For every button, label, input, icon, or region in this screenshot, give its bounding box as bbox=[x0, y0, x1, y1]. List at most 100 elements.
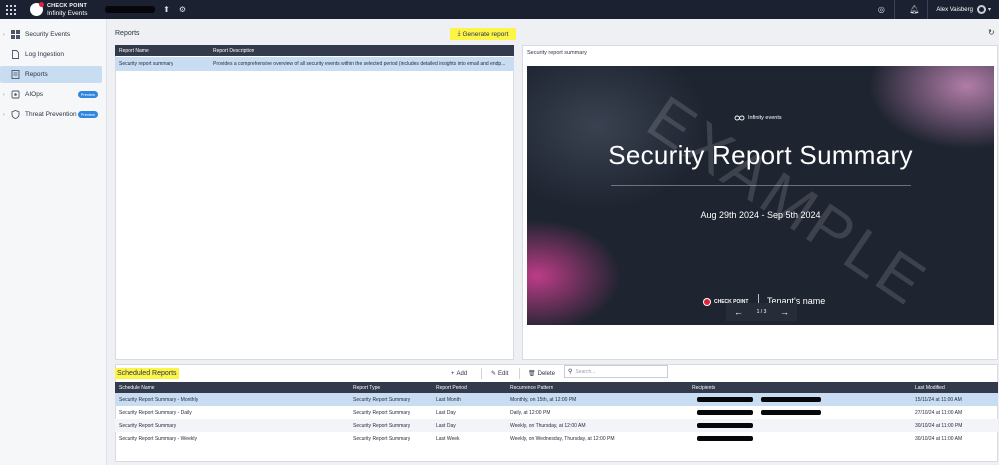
column-header[interactable]: Report Period bbox=[436, 385, 467, 391]
chevron-down-icon[interactable]: ▾ bbox=[988, 6, 991, 13]
report-period: Last Month bbox=[436, 396, 461, 403]
recurrence-pattern: Weekly, on Thursday, at 12:00 AM bbox=[510, 422, 586, 429]
last-modified: 30/10/24 at 11:00 PM bbox=[915, 422, 963, 429]
delete-button[interactable]: 🗑︎ Delete bbox=[528, 368, 555, 379]
preview-badge: Preview bbox=[77, 111, 98, 118]
preview-heading: Security Report Summary bbox=[608, 140, 913, 170]
sidebar-item-log-ingestion[interactable]: Log Ingestion bbox=[0, 46, 102, 63]
user-name[interactable]: Alex Vaisberg bbox=[936, 7, 973, 13]
recurrence-pattern: Weekly, on Wednesday, Thursday, at 12:00… bbox=[510, 435, 615, 442]
redacted-tenant-name bbox=[105, 6, 156, 13]
recurrence-pattern: Daily, at 12:00 PM bbox=[510, 409, 551, 416]
report-type: Security Report Summary bbox=[353, 422, 411, 429]
chevron-right-icon[interactable]: › bbox=[3, 32, 9, 38]
table-row[interactable]: Security Report Summary - Weekly Securit… bbox=[115, 432, 998, 445]
sidebar-item-label: AIOps bbox=[25, 91, 44, 98]
schedule-name: Security Report Summary - Weekly bbox=[119, 435, 197, 442]
redacted-recipients bbox=[761, 410, 821, 415]
grid-icon[interactable] bbox=[0, 0, 22, 19]
edit-label: Edit bbox=[498, 370, 509, 377]
sidebar-item-label: Security Events bbox=[25, 31, 71, 38]
reports-title: Reports bbox=[115, 30, 140, 37]
column-header[interactable]: Last Modified bbox=[915, 385, 945, 391]
chevron-right-icon[interactable]: › bbox=[3, 112, 9, 118]
sidebar-item-threat-prevention[interactable]: › Threat Prevention Preview bbox=[0, 106, 102, 123]
search-box[interactable]: ⚲ bbox=[564, 365, 668, 378]
redacted-recipients bbox=[697, 423, 753, 428]
schedule-name: Security Report Summary bbox=[119, 422, 177, 429]
sidebar-item-aiops[interactable]: › AIOps Preview bbox=[0, 86, 102, 103]
preview-title: Security report summary bbox=[527, 50, 587, 56]
ai-icon bbox=[11, 90, 20, 99]
column-header[interactable]: Report Name bbox=[119, 48, 149, 54]
infinity-events-logo: Infinity events bbox=[734, 115, 782, 121]
infinity-icon bbox=[734, 115, 745, 121]
add-label: Add bbox=[456, 370, 468, 377]
plus-icon: + bbox=[451, 370, 455, 377]
page-indicator: 1 / 3 bbox=[756, 309, 767, 315]
top-bar: CHECK POINT Infinity Events ⬆ ⚙ ◎ 🔔︎ Ale… bbox=[0, 0, 999, 19]
column-header[interactable]: Report Type bbox=[353, 385, 380, 391]
dashboard-icon bbox=[11, 30, 20, 39]
user-avatar-icon[interactable] bbox=[976, 5, 986, 14]
report-type: Security Report Summary bbox=[353, 435, 411, 442]
edit-button[interactable]: ✎ Edit bbox=[491, 368, 508, 379]
sidebar-item-label: Threat Prevention bbox=[25, 111, 77, 118]
search-input[interactable] bbox=[575, 368, 661, 375]
table-row[interactable]: Security report summary Provides a compr… bbox=[115, 57, 514, 71]
divider bbox=[519, 368, 520, 379]
report-type: Security Report Summary bbox=[353, 396, 411, 403]
last-modified: 30/10/24 at 11:00 AM bbox=[915, 435, 963, 442]
lifebuoy-icon[interactable]: ◎ bbox=[876, 5, 886, 14]
watermark: EXAMPLE bbox=[635, 83, 940, 320]
divider bbox=[927, 0, 929, 19]
check-point-logo bbox=[30, 2, 44, 16]
table-row[interactable]: Security Report Summary - Monthly Securi… bbox=[115, 393, 998, 406]
sidebar-item-label: Log Ingestion bbox=[25, 51, 65, 58]
generate-report-label: Generate report bbox=[462, 30, 509, 38]
column-header[interactable]: Report Description bbox=[213, 48, 254, 54]
sidebar-item-reports[interactable]: Reports bbox=[0, 66, 102, 83]
schedule-name: Security Report Summary - Daily bbox=[119, 409, 192, 416]
recurrence-pattern: Monthly, on 15th, at 12:00 PM bbox=[510, 396, 577, 403]
report-period: Last Day bbox=[436, 409, 456, 416]
arrow-right-icon[interactable]: → bbox=[780, 307, 789, 317]
date-range: Aug 29th 2024 - Sep 5th 2024 bbox=[700, 210, 821, 220]
table-row[interactable]: Security Report Summary - Daily Security… bbox=[115, 406, 998, 419]
search-icon: ⚲ bbox=[568, 369, 573, 375]
report-preview: EXAMPLE Infinity events Security Report … bbox=[527, 66, 994, 325]
download-icon: ⤓ bbox=[457, 30, 461, 37]
refresh-icon[interactable]: ↻ bbox=[988, 28, 995, 37]
file-icon bbox=[11, 50, 20, 59]
brand: CHECK POINT Infinity Events bbox=[30, 2, 88, 17]
pencil-icon: ✎ bbox=[491, 371, 497, 377]
column-header[interactable]: Recipients bbox=[692, 385, 715, 391]
logo-text: Infinity events bbox=[748, 115, 782, 121]
redacted-recipients bbox=[761, 397, 821, 402]
brand-name: CHECK POINT bbox=[47, 2, 88, 9]
redacted-recipients bbox=[697, 436, 753, 441]
upload-icon[interactable]: ⬆ bbox=[161, 5, 171, 14]
generate-report-button[interactable]: ⤓ Generate report bbox=[450, 28, 516, 40]
arrow-left-icon[interactable]: ← bbox=[734, 307, 743, 317]
chevron-right-icon[interactable]: › bbox=[3, 92, 9, 98]
report-type: Security Report Summary bbox=[353, 409, 411, 416]
scheduled-reports-title: Scheduled Reports bbox=[115, 368, 179, 379]
column-header[interactable]: Recurrence Pattern bbox=[510, 385, 553, 391]
column-header[interactable]: Schedule Name bbox=[119, 385, 155, 391]
preview-pager: ← 1 / 3 → bbox=[726, 303, 797, 321]
divider bbox=[611, 185, 911, 186]
report-name: Security report summary bbox=[119, 61, 174, 67]
bell-icon[interactable]: 🔔︎ bbox=[909, 5, 919, 14]
report-period: Last Week bbox=[436, 435, 460, 442]
sidebar: › Security Events Log Ingestion Reports … bbox=[0, 19, 107, 465]
settings-icon[interactable]: ⚙ bbox=[177, 5, 187, 14]
product-name: Infinity Events bbox=[47, 9, 88, 17]
delete-label: Delete bbox=[537, 370, 555, 377]
report-description: Provides a comprehensive overview of all… bbox=[213, 61, 506, 67]
sidebar-item-label: Reports bbox=[25, 71, 48, 78]
sidebar-item-security-events[interactable]: › Security Events bbox=[0, 26, 102, 43]
table-row[interactable]: Security Report Summary Security Report … bbox=[115, 419, 998, 432]
add-button[interactable]: + Add bbox=[451, 368, 467, 379]
redacted-recipients bbox=[697, 397, 753, 402]
